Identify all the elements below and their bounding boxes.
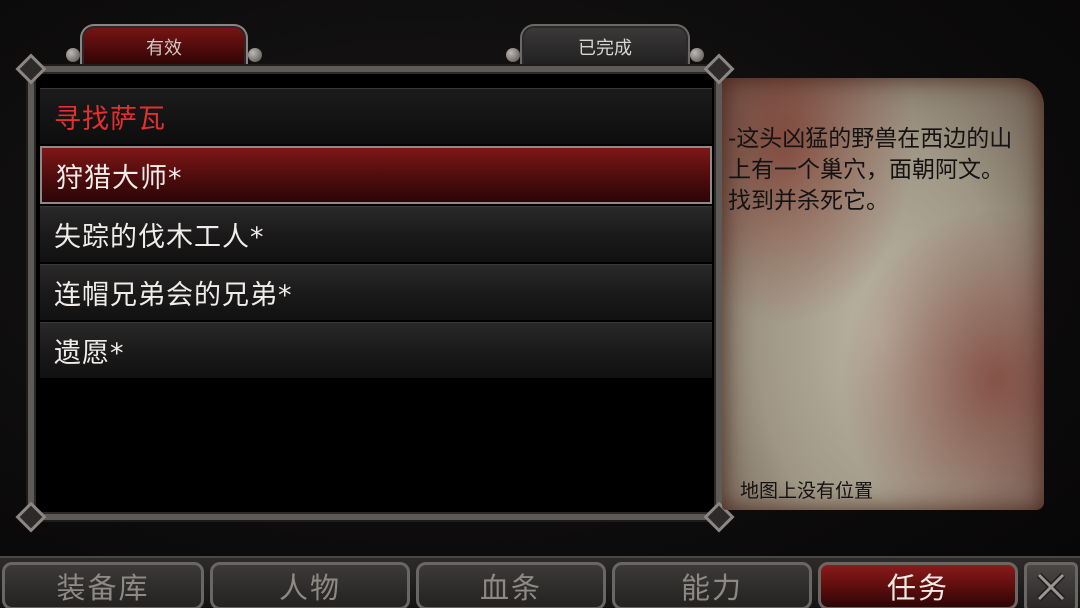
tab-completed-label: 已完成 — [578, 38, 632, 59]
bolt-right-decoration — [248, 48, 262, 62]
quest-description: -这头凶猛的野兽在西边的山上有一个巢穴，面朝阿文。 找到并杀死它。 — [728, 126, 1013, 214]
nav-health-label: 血条 — [479, 571, 542, 605]
bolt-right-decoration — [690, 48, 704, 62]
tab-active-label: 有效 — [146, 38, 182, 59]
nav-health-button[interactable]: 血条 — [416, 562, 606, 608]
nav-abilities-button[interactable]: 能力 — [612, 562, 812, 608]
tab-completed[interactable]: 已完成 — [506, 24, 704, 68]
nav-inventory-label: 装备库 — [56, 571, 150, 605]
quest-item-master-hunter[interactable]: 狩猎大师* — [40, 146, 712, 204]
quest-item-missing-lumberjack[interactable]: 失踪的伐木工人* — [40, 206, 712, 262]
nav-quests-label: 任务 — [886, 571, 949, 605]
nav-character-label: 人物 — [278, 571, 341, 605]
quest-details-parchment: -这头凶猛的野兽在西边的山上有一个巢穴，面朝阿文。 找到并杀死它。 地图上没有位… — [722, 78, 1044, 510]
corner-ornament — [15, 501, 47, 533]
tab-active[interactable]: 有效 — [66, 24, 262, 68]
quest-item-hooded-brotherhood[interactable]: 连帽兄弟会的兄弟* — [40, 264, 712, 320]
close-icon — [1036, 572, 1066, 602]
corner-ornament — [15, 53, 47, 85]
close-button[interactable] — [1024, 562, 1078, 608]
quest-screen: 有效 已完成 寻找萨瓦 狩猎大师* 失踪的伐木工人* 连帽兄弟会的兄弟* 遗愿*… — [0, 0, 1080, 608]
nav-quests-button[interactable]: 任务 — [818, 562, 1018, 608]
nav-character-button[interactable]: 人物 — [210, 562, 410, 608]
bottom-nav-bar: 装备库 人物 血条 能力 任务 — [0, 556, 1080, 608]
quest-list: 寻找萨瓦 狩猎大师* 失踪的伐木工人* 连帽兄弟会的兄弟* 遗愿* — [40, 88, 712, 380]
quest-list-panel: 寻找萨瓦 狩猎大师* 失踪的伐木工人* 连帽兄弟会的兄弟* 遗愿* — [15, 53, 735, 533]
quest-group-header[interactable]: 寻找萨瓦 — [40, 88, 712, 144]
bolt-left-decoration — [66, 48, 80, 62]
bolt-left-decoration — [506, 48, 520, 62]
nav-abilities-label: 能力 — [680, 571, 743, 605]
map-location-note: 地图上没有位置 — [740, 480, 874, 502]
nav-inventory-button[interactable]: 装备库 — [2, 562, 204, 608]
quest-item-last-wish[interactable]: 遗愿* — [40, 322, 712, 378]
